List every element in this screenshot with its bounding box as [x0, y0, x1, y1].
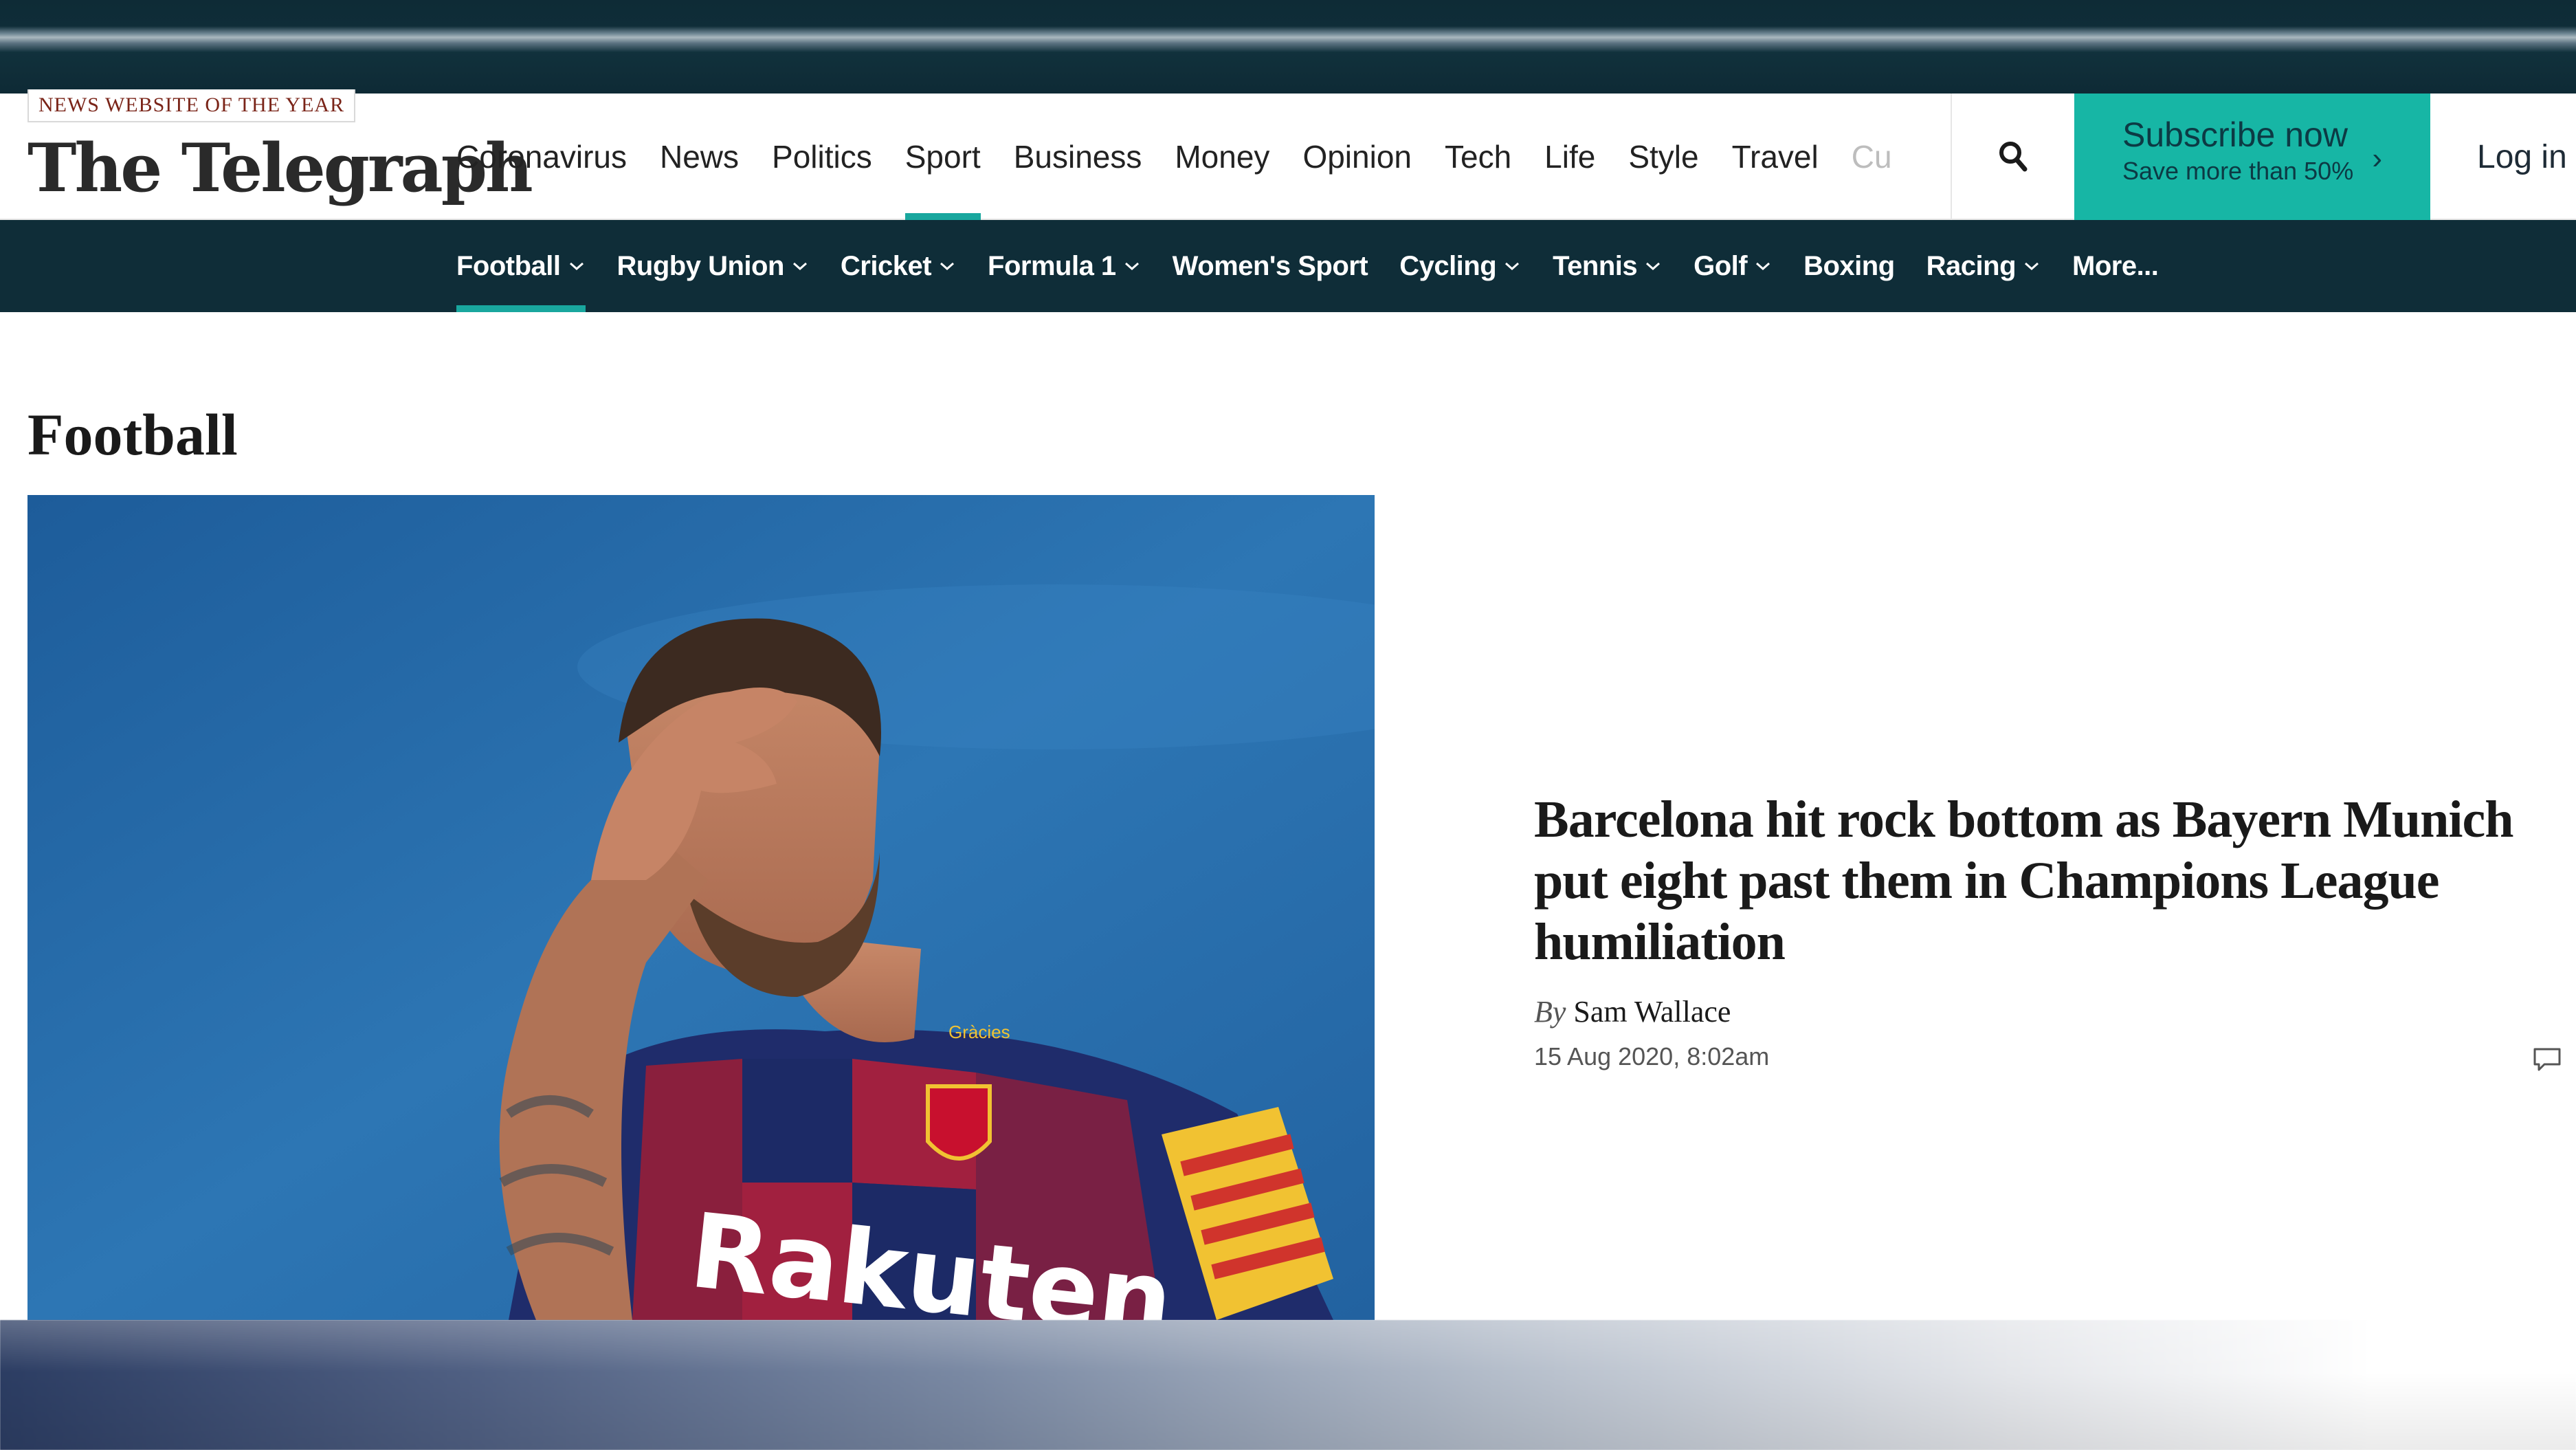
chevron-down-icon — [1505, 262, 1520, 271]
chevron-down-icon — [1756, 262, 1770, 271]
sport-subnav: Football Rugby Union Cricket Formula 1 W… — [0, 220, 2576, 312]
subnav-item-golf[interactable]: Golf — [1678, 220, 1788, 312]
browser-top-strip — [0, 0, 2576, 94]
lead-story-image[interactable]: Rakuten Gràcies — [27, 495, 1375, 1320]
nav-item-business[interactable]: Business — [997, 94, 1159, 220]
award-badge: NEWS WEBSITE OF THE YEAR — [27, 89, 356, 122]
screen-bottom-blur — [0, 1320, 2576, 1450]
byline-prefix: By — [1534, 995, 1566, 1029]
chevron-down-icon — [1124, 262, 1139, 271]
subnav-item-boxing[interactable]: Boxing — [1788, 220, 1911, 312]
subnav-label: Golf — [1694, 251, 1748, 281]
shirt-text: Gràcies — [948, 1022, 1010, 1042]
subscribe-title: Subscribe now — [2122, 116, 2348, 154]
subnav-label: Women's Sport — [1172, 251, 1368, 281]
nav-item-travel[interactable]: Travel — [1716, 94, 1835, 220]
nav-item-money[interactable]: Money — [1158, 94, 1286, 220]
subnav-item-tennis[interactable]: Tennis — [1537, 220, 1678, 312]
search-button[interactable] — [1951, 94, 2074, 220]
byline: By Sam Wallace — [1534, 994, 1731, 1029]
nav-item-sport[interactable]: Sport — [889, 94, 997, 220]
subnav-item-cycling[interactable]: Cycling — [1384, 220, 1537, 312]
chevron-down-icon — [569, 262, 584, 271]
subnav-label: Cricket — [840, 251, 932, 281]
lead-story-headline[interactable]: Barcelona hit rock bottom as Bayern Muni… — [1534, 789, 2524, 973]
nav-item-politics[interactable]: Politics — [755, 94, 889, 220]
nav-item-news[interactable]: News — [643, 94, 755, 220]
publish-date: 15 Aug 2020, 8:02am — [1534, 1042, 1770, 1070]
comment-icon[interactable] — [2532, 1046, 2562, 1074]
nav-item-opinion[interactable]: Opinion — [1286, 94, 1428, 220]
subnav-item-rugby-union[interactable]: Rugby Union — [601, 220, 825, 312]
subnav-label: Cycling — [1399, 251, 1497, 281]
subnav-label: Football — [456, 251, 561, 281]
subnav-label: More... — [2072, 251, 2159, 281]
subscribe-subtitle: Save more than 50% — [2122, 157, 2354, 185]
login-link[interactable]: Log in — [2430, 94, 2576, 220]
player-illustration: Rakuten Gràcies — [27, 495, 1375, 1320]
nav-item-style[interactable]: Style — [1612, 94, 1715, 220]
subnav-item-cricket[interactable]: Cricket — [825, 220, 972, 312]
chevron-right-icon: › — [2372, 142, 2382, 175]
subscribe-button[interactable]: Subscribe now Save more than 50% › — [2074, 94, 2430, 220]
nav-item-tech[interactable]: Tech — [1428, 94, 1528, 220]
subnav-label: Tennis — [1553, 251, 1638, 281]
subnav-item-formula-1[interactable]: Formula 1 — [972, 220, 1157, 312]
page-title: Football — [27, 401, 238, 468]
chevron-down-icon — [792, 262, 807, 271]
chevron-down-icon — [940, 262, 955, 271]
primary-nav: Coronavirus News Politics Sport Business… — [456, 94, 1909, 220]
chevron-down-icon — [1646, 262, 1661, 271]
subnav-label: Racing — [1926, 251, 2017, 281]
chevron-down-icon — [2025, 262, 2039, 271]
subnav-item-womens-sport[interactable]: Women's Sport — [1157, 220, 1384, 312]
subnav-item-football[interactable]: Football — [456, 220, 601, 312]
author-link[interactable]: Sam Wallace — [1573, 995, 1731, 1029]
nav-item-life[interactable]: Life — [1528, 94, 1612, 220]
subnav-item-more[interactable]: More... — [2056, 220, 2174, 312]
nav-item-coronavirus[interactable]: Coronavirus — [456, 94, 643, 220]
subnav-item-racing[interactable]: Racing — [1911, 220, 2056, 312]
telegraph-logo[interactable]: The Telegraph — [27, 128, 533, 209]
subnav-label: Formula 1 — [988, 251, 1116, 281]
subnav-label: Boxing — [1803, 251, 1895, 281]
subnav-label: Rugby Union — [617, 251, 785, 281]
search-icon — [1999, 142, 2028, 172]
nav-item-culture-truncated[interactable]: Cu — [1835, 94, 1909, 220]
